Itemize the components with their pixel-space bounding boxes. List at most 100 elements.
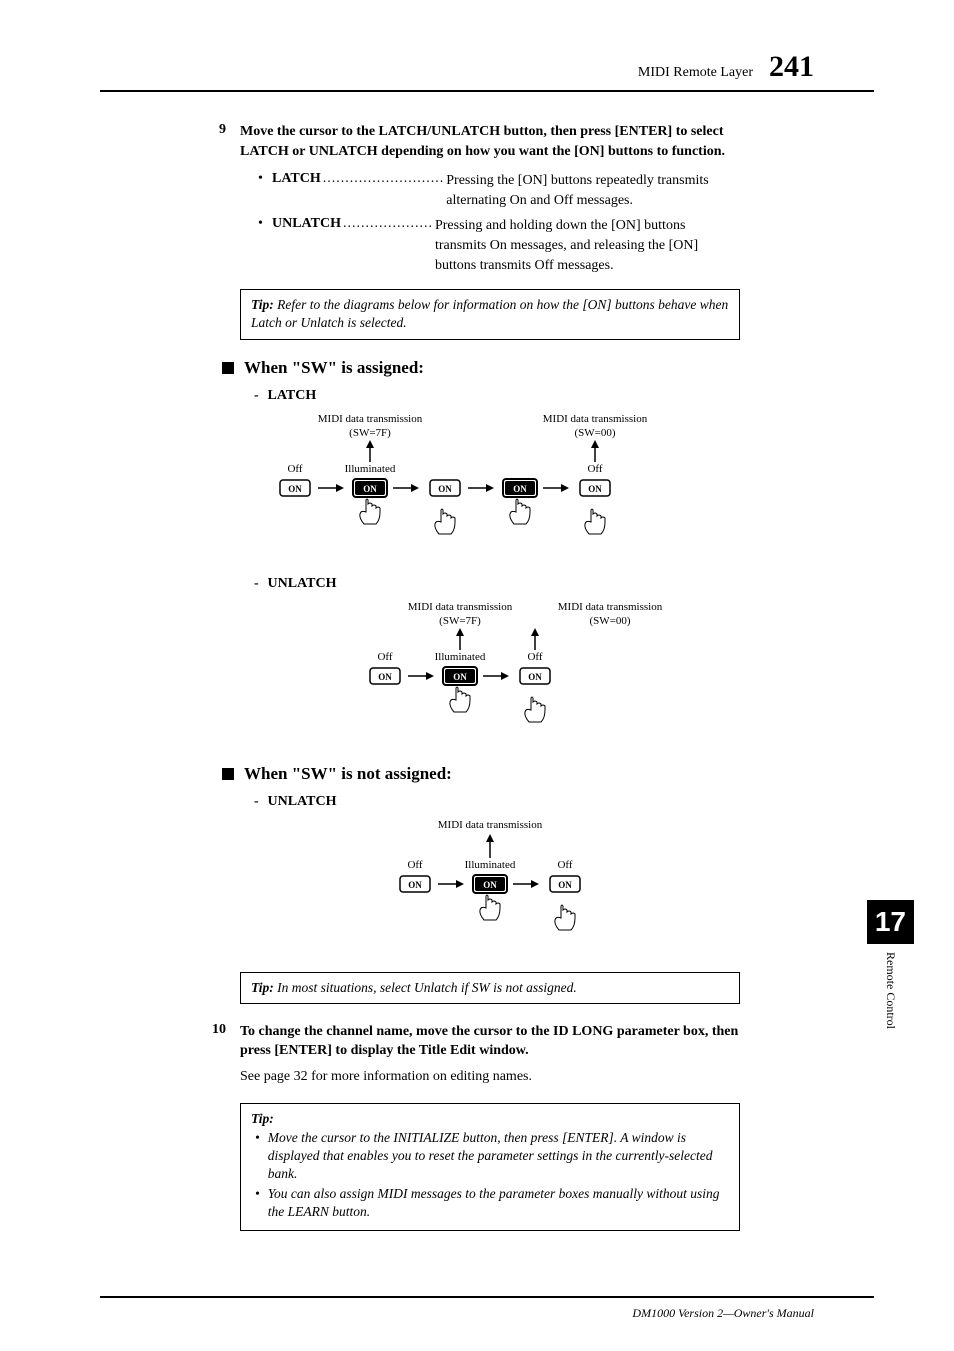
step-body: See page 32 for more information on edit… [240, 1067, 740, 1087]
tip-bullet-item: •You can also assign MIDI messages to th… [255, 1185, 729, 1221]
tip-label: Tip: [251, 980, 274, 995]
state-off: Off [407, 859, 422, 871]
dash-icon: - [254, 388, 264, 404]
hand-press-icon [450, 687, 470, 712]
main-content: 9 Move the cursor to the LATCH/UNLATCH b… [100, 122, 740, 1231]
state-off: Off [587, 463, 602, 475]
hand-release-icon [525, 697, 545, 722]
sw-value: (SW=00) [574, 427, 615, 439]
state-illuminated: Illuminated [345, 463, 396, 475]
midi-label: MIDI data transmission [543, 413, 648, 425]
dash-icon: - [254, 794, 264, 810]
footer-text: DM1000 Version 2—Owner's Manual [632, 1306, 814, 1320]
button-sequence: ON ON ON ON ON [280, 479, 610, 497]
step-number: 9 [204, 122, 226, 161]
unlatch-diagram-svg: MIDI data transmission (SW=7F) MIDI data… [290, 598, 690, 748]
header-page-number: 241 [769, 50, 814, 84]
tip-text: Refer to the diagrams below for informat… [251, 297, 728, 330]
hand-release-icon [585, 509, 605, 534]
subheading-text: UNLATCH [268, 576, 337, 591]
on-button: ON [558, 880, 572, 890]
header-section-name: MIDI Remote Layer [638, 65, 753, 81]
hand-press-icon [510, 499, 530, 524]
heading-text: When "SW" is not assigned: [244, 764, 452, 784]
latch-diagram-svg: MIDI data transmission (SW=7F) MIDI data… [240, 410, 740, 560]
on-button: ON [288, 484, 302, 494]
subheading-unlatch-2: - UNLATCH [254, 794, 740, 810]
step-9: 9 Move the cursor to the LATCH/UNLATCH b… [240, 122, 740, 161]
sw-value: (SW=7F) [349, 427, 391, 439]
subheading-text: UNLATCH [268, 794, 337, 809]
subheading-latch: - LATCH [254, 388, 740, 404]
state-off: Off [527, 651, 542, 663]
page-footer: DM1000 Version 2—Owner's Manual [100, 1296, 874, 1321]
latch-term: LATCH [272, 171, 321, 187]
midi-label: MIDI data transmission [408, 601, 513, 613]
subheading-unlatch: - UNLATCH [254, 576, 740, 592]
on-button: ON [528, 672, 542, 682]
latch-description: Pressing the [ON] buttons repeatedly tra… [446, 171, 740, 210]
on-button: ON [408, 880, 422, 890]
unlatch-description: Pressing and holding down the [ON] butto… [435, 216, 740, 275]
step-title: Move the cursor to the LATCH/UNLATCH but… [240, 122, 740, 161]
bullet-icon: • [258, 171, 272, 187]
state-off: Off [557, 859, 572, 871]
tip-bullet-list: •Move the cursor to the INITIALIZE butto… [251, 1129, 729, 1222]
unlatch-definition: • UNLATCH .................... Pressing … [258, 216, 740, 275]
subheading-text: LATCH [268, 388, 317, 403]
tip-box-2: Tip: In most situations, select Unlatch … [240, 972, 740, 1004]
state-off: Off [377, 651, 392, 663]
unlatch-no-sw-svg: MIDI data transmission Off Illuminated O… [290, 816, 690, 956]
state-off: Off [287, 463, 302, 475]
tip-text: In most situations, select Unlatch if SW… [277, 980, 577, 995]
tip-bullet-text: Move the cursor to the INITIALIZE button… [268, 1129, 729, 1184]
tip-label: Tip: [251, 297, 274, 312]
leader-dots: .................... [341, 216, 435, 232]
bullet-icon: • [255, 1185, 260, 1221]
square-bullet-icon [222, 768, 234, 780]
sw-value: (SW=7F) [439, 615, 481, 627]
tip-box-3: Tip: •Move the cursor to the INITIALIZE … [240, 1103, 740, 1230]
latch-definition: • LATCH ........................... Pres… [258, 171, 740, 210]
tip-bullet-text: You can also assign MIDI messages to the… [268, 1185, 729, 1221]
step-title: To change the channel name, move the cur… [240, 1022, 740, 1061]
step-10: 10 To change the channel name, move the … [240, 1022, 740, 1093]
square-bullet-icon [222, 362, 234, 374]
dash-icon: - [254, 576, 264, 592]
hand-release-icon [555, 905, 575, 930]
tip-label: Tip: [251, 1110, 729, 1128]
hand-press-icon [360, 499, 380, 524]
on-button-pressed: ON [513, 484, 527, 494]
on-button-pressed: ON [363, 484, 377, 494]
tip-box-1: Tip: Refer to the diagrams below for inf… [240, 289, 740, 339]
page-header: MIDI Remote Layer 241 [100, 50, 874, 92]
on-button: ON [438, 484, 452, 494]
step-number: 10 [204, 1022, 226, 1093]
definitions-list: • LATCH ........................... Pres… [258, 171, 740, 275]
on-button: ON [588, 484, 602, 494]
midi-label: MIDI data transmission [318, 413, 423, 425]
heading-sw-not-assigned: When "SW" is not assigned: [222, 764, 740, 784]
state-illuminated: Illuminated [465, 859, 516, 871]
unlatch-no-sw-diagram: MIDI data transmission Off Illuminated O… [240, 816, 740, 956]
chapter-tab: 17 Remote Control [867, 900, 914, 1029]
chapter-title: Remote Control [883, 952, 898, 1029]
midi-label: MIDI data transmission [558, 601, 663, 613]
hand-release-icon [435, 509, 455, 534]
bullet-icon: • [258, 216, 272, 232]
state-illuminated: Illuminated [435, 651, 486, 663]
leader-dots: ........................... [321, 171, 447, 187]
on-button-pressed: ON [453, 672, 467, 682]
unlatch-term: UNLATCH [272, 216, 341, 232]
on-button: ON [378, 672, 392, 682]
hand-press-icon [480, 895, 500, 920]
bullet-icon: • [255, 1129, 260, 1184]
heading-text: When "SW" is assigned: [244, 358, 424, 378]
heading-sw-assigned: When "SW" is assigned: [222, 358, 740, 378]
latch-diagram: MIDI data transmission (SW=7F) MIDI data… [240, 410, 740, 560]
on-button-pressed: ON [483, 880, 497, 890]
tip-bullet-item: •Move the cursor to the INITIALIZE butto… [255, 1129, 729, 1184]
midi-label: MIDI data transmission [438, 819, 543, 831]
sw-value: (SW=00) [589, 615, 630, 627]
unlatch-diagram: MIDI data transmission (SW=7F) MIDI data… [240, 598, 740, 748]
